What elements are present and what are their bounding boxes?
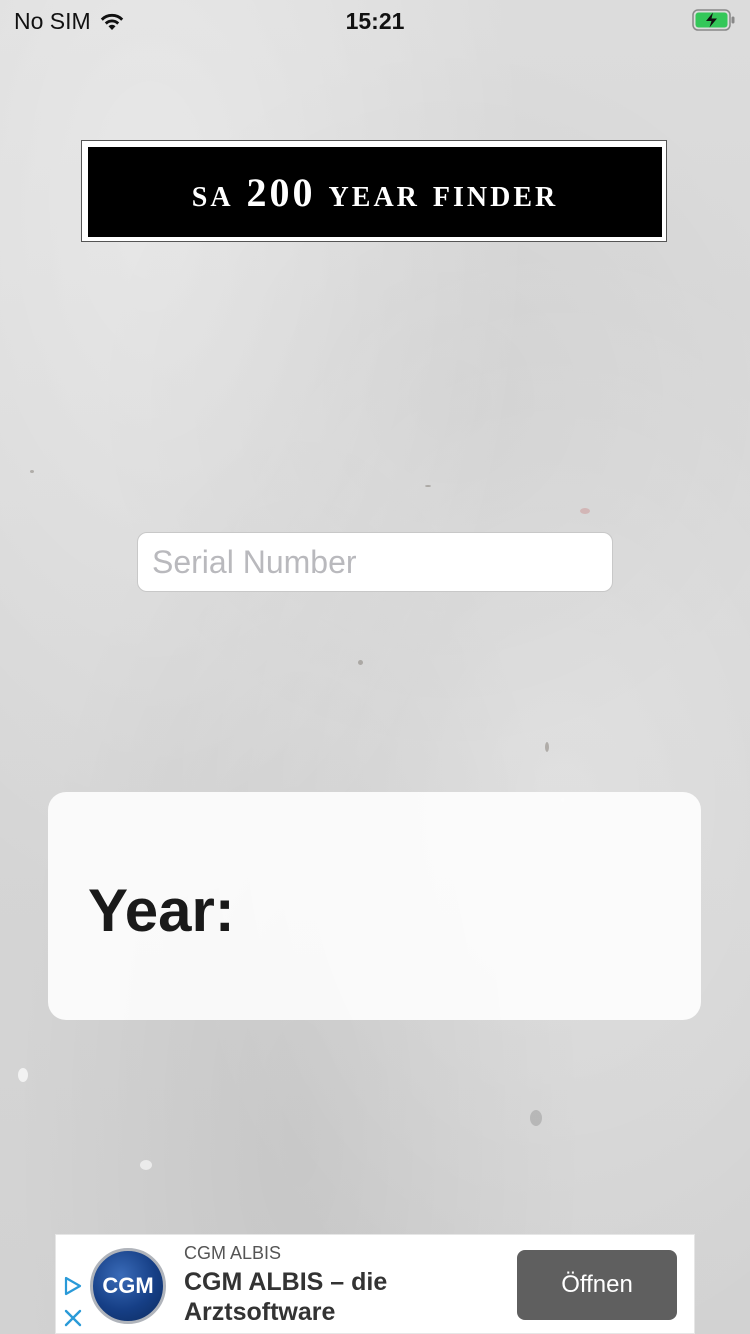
ad-choices-icon[interactable] (62, 1275, 84, 1297)
status-bar: No SIM 15:21 (0, 0, 750, 40)
texture-speck (545, 742, 549, 752)
battery-charging-icon (692, 9, 735, 31)
texture-speck (580, 508, 590, 514)
ad-advertiser-name: CGM ALBIS (184, 1243, 282, 1263)
texture-speck (530, 1110, 542, 1126)
texture-speck (18, 1068, 28, 1082)
app-title: sa 200 year finder (191, 169, 559, 215)
title-plate: sa 200 year finder (88, 147, 662, 237)
year-result-card: Year: (48, 792, 701, 1020)
advertiser-logo-text: CGM (102, 1273, 154, 1298)
ad-open-button[interactable]: Öffnen (517, 1250, 677, 1320)
advertiser-logo[interactable]: CGM (90, 1248, 166, 1324)
ad-headline[interactable]: CGM ALBIS – die Arztsoftware (184, 1267, 504, 1327)
clock: 15:21 (345, 8, 405, 34)
serial-number-input[interactable] (137, 532, 613, 592)
app-title-logo: sa 200 year finder (81, 140, 667, 242)
year-label: Year: (88, 877, 235, 944)
texture-speck (140, 1160, 152, 1170)
texture-speck (425, 485, 431, 487)
texture-speck (358, 660, 363, 665)
close-icon[interactable] (62, 1307, 84, 1329)
ad-banner[interactable]: CGM CGM ALBIS CGM ALBIS – die Arztsoftwa… (55, 1234, 695, 1334)
texture-speck (30, 470, 34, 473)
